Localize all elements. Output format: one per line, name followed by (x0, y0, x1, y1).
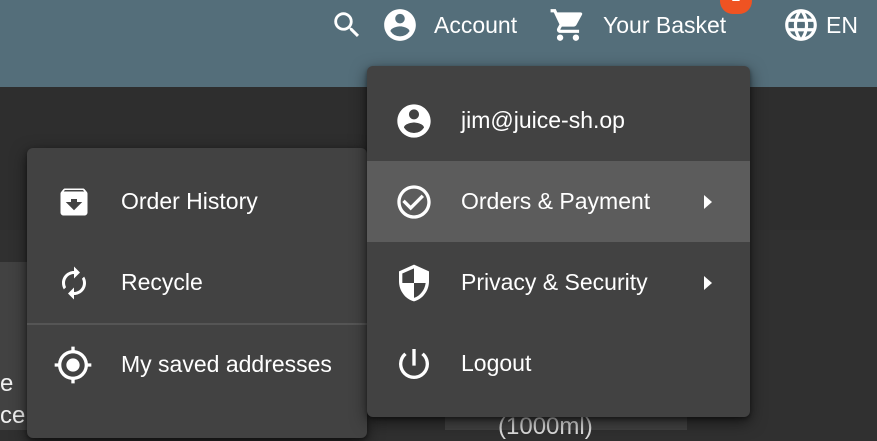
product-name-fragment-2: ce (0, 402, 26, 429)
menu-item-saved-addresses[interactable]: My saved addresses (27, 324, 367, 405)
check-circle-outline-icon (394, 182, 434, 222)
basket-label: Your Basket (603, 11, 727, 38)
product-size-text: (1000ml) (498, 413, 593, 440)
menu-item-orders-payment[interactable]: Orders & Payment (367, 161, 750, 242)
recycle-icon (54, 263, 94, 303)
logout-label: Logout (461, 350, 532, 376)
security-shield-icon (394, 263, 434, 303)
search-button[interactable] (330, 8, 364, 42)
basket-button[interactable]: Your Basket (549, 6, 726, 44)
orders-payment-submenu: Order History Recycle My saved addresses (27, 148, 367, 438)
archive-icon (54, 182, 94, 222)
shopping-cart-icon (550, 9, 583, 41)
language-button[interactable]: EN (782, 6, 858, 44)
menu-item-privacy-security[interactable]: Privacy & Security (367, 242, 750, 323)
menu-item-order-history[interactable]: Order History (27, 161, 367, 242)
menu-item-recycle[interactable]: Recycle (27, 242, 367, 323)
gps-fixed-icon (53, 345, 93, 385)
orders-payment-label: Orders & Payment (461, 188, 651, 214)
power-icon (394, 344, 434, 384)
language-label: EN (826, 11, 858, 38)
menu-item-user-email[interactable]: jim@juice-sh.op (367, 80, 750, 161)
privacy-security-label: Privacy & Security (461, 269, 648, 295)
user-email-label: jim@juice-sh.op (461, 107, 625, 133)
submenu-arrow-icon (704, 275, 712, 290)
account-menu: jim@juice-sh.op Orders & Payment Privacy… (367, 66, 750, 417)
language-globe-icon (785, 9, 817, 41)
account-label: Account (434, 11, 518, 38)
submenu-arrow-icon (704, 194, 712, 209)
menu-item-logout[interactable]: Logout (367, 323, 750, 404)
product-name-fragment-1: e (0, 370, 14, 397)
account-circle-icon (394, 101, 434, 141)
account-circle-icon (384, 9, 416, 41)
search-icon (334, 12, 360, 38)
account-button[interactable]: Account (381, 6, 517, 44)
recycle-label: Recycle (121, 269, 203, 295)
saved-addresses-label: My saved addresses (121, 351, 332, 377)
order-history-label: Order History (121, 188, 258, 214)
